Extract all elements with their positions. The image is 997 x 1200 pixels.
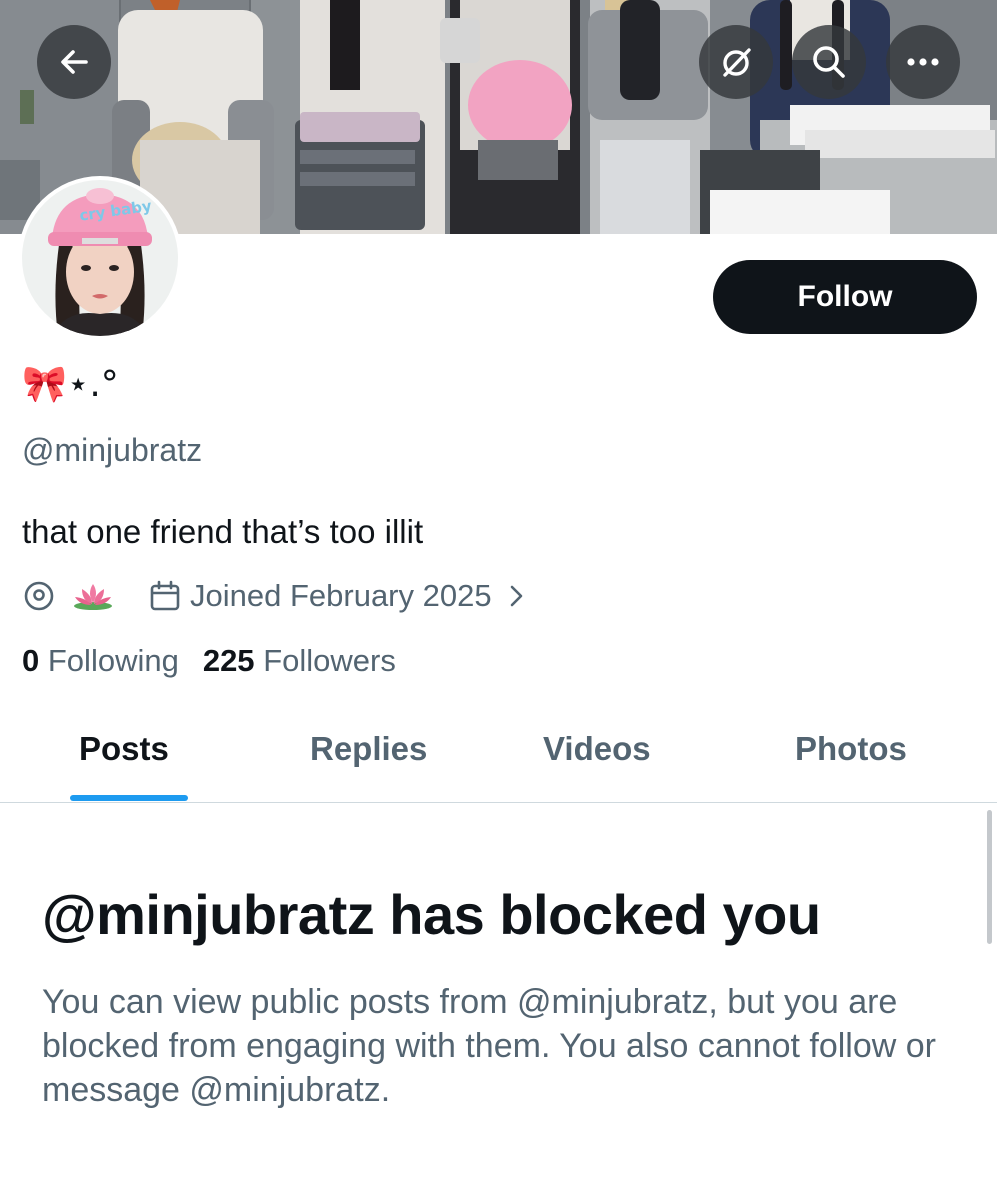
search-icon bbox=[813, 46, 845, 78]
back-button[interactable] bbox=[37, 25, 111, 99]
profile-bio: that one friend that’s too illit bbox=[22, 513, 424, 550]
active-tab-indicator bbox=[70, 795, 188, 801]
arrow-left-icon bbox=[61, 50, 88, 74]
scrollbar[interactable] bbox=[987, 810, 992, 944]
location-pin-icon bbox=[24, 581, 54, 611]
followers-link[interactable]: 225 Followers bbox=[203, 643, 396, 678]
tab-photos[interactable]: Photos bbox=[795, 730, 907, 774]
avatar[interactable]: cry baby bbox=[18, 176, 182, 340]
more-button[interactable] bbox=[886, 25, 960, 99]
blocked-title: @minjubratz has blocked you bbox=[42, 883, 821, 946]
tab-replies[interactable]: Replies bbox=[310, 730, 427, 774]
slashed-circle-icon bbox=[723, 48, 751, 77]
search-button[interactable] bbox=[792, 25, 866, 99]
followers-label: Followers bbox=[263, 643, 396, 678]
followers-count: 225 bbox=[202, 643, 255, 678]
tab-posts[interactable]: Posts bbox=[79, 730, 169, 774]
tab-videos[interactable]: Videos bbox=[543, 730, 651, 774]
following-count: 0 bbox=[22, 643, 40, 678]
follow-button[interactable]: Follow bbox=[713, 260, 977, 334]
grok-button[interactable] bbox=[699, 25, 773, 99]
avatar-photo: cry baby bbox=[22, 180, 178, 336]
profile-handle: @minjubratz bbox=[22, 432, 203, 468]
more-horizontal-icon bbox=[907, 58, 939, 66]
follow-stats: 0 Following 225 Followers bbox=[22, 643, 396, 679]
joined-date: Joined February 2025 bbox=[190, 578, 492, 613]
calendar-icon bbox=[150, 580, 180, 611]
following-link[interactable]: 0 Following bbox=[22, 643, 179, 678]
blocked-description: You can view public posts from @minjubra… bbox=[42, 983, 936, 1109]
display-name: 🎀⋆.° bbox=[22, 364, 119, 405]
following-label: Following bbox=[47, 643, 179, 678]
chevron-right-icon[interactable] bbox=[504, 584, 528, 608]
lotus-icon bbox=[74, 584, 112, 610]
profile-meta: Joined February 2025 bbox=[22, 574, 528, 618]
tab-divider bbox=[0, 802, 997, 803]
